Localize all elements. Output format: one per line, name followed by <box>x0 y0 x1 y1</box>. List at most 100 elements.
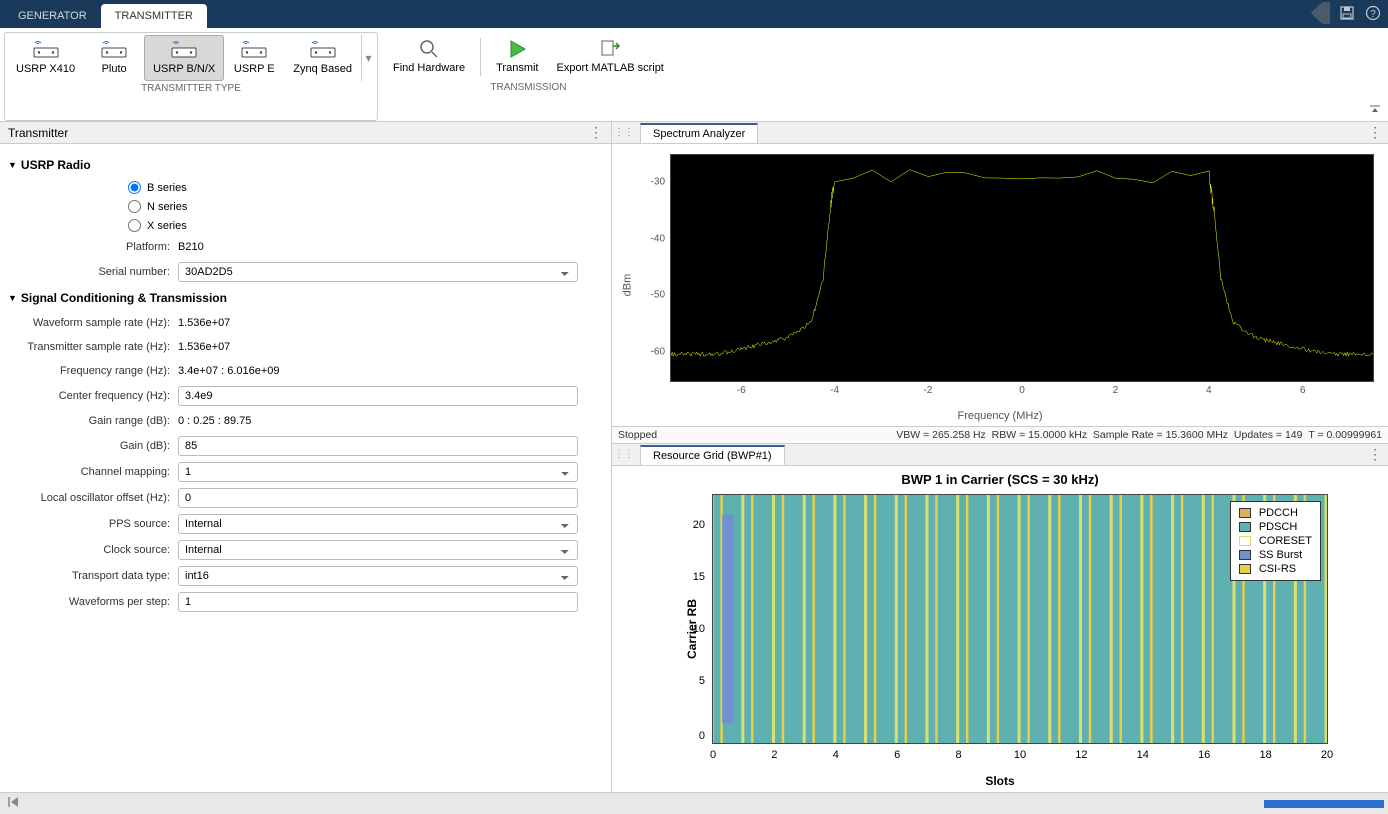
svg-text:?: ? <box>1370 9 1376 20</box>
xtick: 14 <box>1137 743 1149 761</box>
radio-b-series[interactable]: B series <box>8 178 603 197</box>
serial-label: Serial number: <box>8 266 178 278</box>
previous-icon[interactable] <box>6 795 20 812</box>
collapse-ribbon-icon[interactable] <box>1368 104 1382 119</box>
resource-canvas[interactable]: 0 5 10 15 20 PDCCH PDSCH CORESET SS Burs… <box>712 494 1328 744</box>
panel-title: Transmitter <box>8 126 68 140</box>
ribbon: USRP X410 Pluto USRP B/N/X USRP E Zynq B… <box>0 28 1388 122</box>
radio-device-icon <box>238 40 270 60</box>
ribbon-group-label: TRANSMITTER TYPE <box>141 81 241 96</box>
pps-source-select[interactable]: Internal <box>178 514 578 534</box>
section-label: Signal Conditioning & Transmission <box>21 291 227 305</box>
radio-x-series[interactable]: X series <box>8 216 603 235</box>
transport-data-type-select[interactable]: int16 <box>178 566 578 586</box>
ytick: 10 <box>693 623 713 635</box>
legend-swatch-icon <box>1239 508 1251 518</box>
button-label: USRP B/N/X <box>153 62 215 76</box>
resource-tab-strip: ⋮⋮ Resource Grid (BWP#1) ⋮ <box>612 444 1388 466</box>
spectrum-tab-strip: ⋮⋮ Spectrum Analyzer ⋮ <box>612 122 1388 144</box>
find-hardware-button[interactable]: Find Hardware <box>384 34 474 80</box>
spectrum-ylabel: dBm <box>621 274 633 297</box>
transmitter-pluto-button[interactable]: Pluto <box>84 35 144 81</box>
xtick: -6 <box>737 381 746 396</box>
xtick: 6 <box>1300 381 1306 396</box>
dock-handle-icon[interactable]: ⋮⋮ <box>612 449 636 460</box>
ytick: 5 <box>699 675 713 687</box>
back-icon[interactable] <box>1311 2 1330 24</box>
transmitter-usrp-bnx-button[interactable]: USRP B/N/X <box>144 35 224 81</box>
section-signal-conditioning[interactable]: ▼ Signal Conditioning & Transmission <box>8 285 603 311</box>
txs-value: 1.536e+07 <box>178 341 603 353</box>
radio-device-icon <box>168 40 200 60</box>
status-updates: Updates = 149 <box>1234 429 1303 441</box>
xtick: 16 <box>1198 743 1210 761</box>
spectrum-plot: dBm -30 -40 -50 -60 -6 -4 -2 0 2 4 6 Fre… <box>612 144 1388 426</box>
top-tab-bar: GENERATOR TRANSMITTER ? <box>0 0 1388 28</box>
xtick: 0 <box>1019 381 1025 396</box>
channel-mapping-select[interactable]: 1 <box>178 462 578 482</box>
waveforms-per-step-input[interactable] <box>178 592 578 612</box>
gain-input[interactable] <box>178 436 578 456</box>
status-t: T = 0.00999961 <box>1308 429 1382 441</box>
wps-label: Waveforms per step: <box>8 596 178 608</box>
ytick: -60 <box>651 346 671 357</box>
dock-handle-icon[interactable]: ⋮⋮ <box>612 127 636 138</box>
tab-transmitter[interactable]: TRANSMITTER <box>101 4 207 28</box>
collapse-triangle-icon: ▼ <box>8 160 17 170</box>
panel-menu-icon[interactable]: ⋮ <box>1368 446 1382 463</box>
transmitter-panel-header: Transmitter ⋮ <box>0 122 611 144</box>
help-icon[interactable]: ? <box>1362 2 1384 24</box>
transmitter-zynq-button[interactable]: Zynq Based <box>284 35 361 81</box>
collapse-triangle-icon: ▼ <box>8 293 17 303</box>
spectrum-canvas[interactable]: -30 -40 -50 -60 -6 -4 -2 0 2 4 6 <box>670 154 1374 382</box>
center-frequency-input[interactable] <box>178 386 578 406</box>
xtick: -2 <box>923 381 932 396</box>
xtick: 8 <box>956 743 962 761</box>
gainrange-value: 0 : 0.25 : 89.75 <box>178 415 603 427</box>
transmit-button[interactable]: Transmit <box>487 34 547 80</box>
chmap-label: Channel mapping: <box>8 466 178 478</box>
button-label: USRP X410 <box>16 62 75 76</box>
radio-device-icon <box>30 40 62 60</box>
separator <box>480 38 481 76</box>
tab-generator[interactable]: GENERATOR <box>4 4 101 28</box>
play-icon <box>501 39 533 59</box>
xtick: 4 <box>833 743 839 761</box>
wfs-value: 1.536e+07 <box>178 317 603 329</box>
pps-label: PPS source: <box>8 518 178 530</box>
lo-offset-input[interactable] <box>178 488 578 508</box>
resource-plot: BWP 1 in Carrier (SCS = 30 kHz) Carrier … <box>612 466 1388 792</box>
wfs-label: Waveform sample rate (Hz): <box>8 317 178 329</box>
section-usrp-radio[interactable]: ▼ USRP Radio <box>8 152 603 178</box>
ytick: 0 <box>699 730 713 742</box>
radio-n-series[interactable]: N series <box>8 197 603 216</box>
panel-menu-icon[interactable]: ⋮ <box>1368 124 1382 141</box>
tdt-label: Transport data type: <box>8 570 178 582</box>
platform-label: Platform: <box>8 241 178 253</box>
gainrange-label: Gain range (dB): <box>8 415 178 427</box>
resource-xlabel: Slots <box>985 774 1014 788</box>
gain-label: Gain (dB): <box>8 440 178 452</box>
button-label: Find Hardware <box>393 61 465 75</box>
freqrange-label: Frequency range (Hz): <box>8 365 178 377</box>
status-vbw: VBW = 265.258 Hz <box>896 429 986 441</box>
export-script-button[interactable]: Export MATLAB script <box>547 34 672 80</box>
legend-swatch-icon <box>1239 550 1251 560</box>
legend-swatch-icon <box>1239 536 1251 546</box>
transmitter-usrp-x410-button[interactable]: USRP X410 <box>7 35 84 81</box>
save-icon[interactable] <box>1336 2 1358 24</box>
spectrum-status-bar: Stopped VBW = 265.258 Hz RBW = 15.0000 k… <box>612 426 1388 444</box>
transmitter-type-dropdown[interactable]: ▾ <box>361 35 375 81</box>
tab-spectrum-analyzer[interactable]: Spectrum Analyzer <box>640 123 758 143</box>
radio-device-icon <box>307 40 339 60</box>
freqrange-value: 3.4e+07 : 6.016e+09 <box>178 365 603 377</box>
lo-label: Local oscillator offset (Hz): <box>8 492 178 504</box>
section-label: USRP Radio <box>21 158 91 172</box>
clock-source-select[interactable]: Internal <box>178 540 578 560</box>
ytick: -30 <box>651 177 671 188</box>
transmitter-usrp-e-button[interactable]: USRP E <box>224 35 284 81</box>
xtick: 20 <box>1321 743 1333 761</box>
panel-menu-icon[interactable]: ⋮ <box>589 124 603 141</box>
serial-number-select[interactable]: 30AD2D5 <box>178 262 578 282</box>
tab-resource-grid[interactable]: Resource Grid (BWP#1) <box>640 445 785 465</box>
